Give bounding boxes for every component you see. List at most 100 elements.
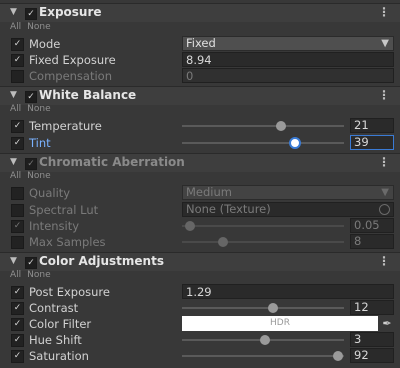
spectral-lut-row: Spectral Lut None (Texture) — [0, 202, 400, 218]
temperature-value-field[interactable]: 21 — [350, 118, 394, 133]
spectral-lut-override-checkbox[interactable] — [11, 204, 24, 217]
fixed-exposure-label: Fixed Exposure — [29, 53, 116, 67]
eyedropper-icon[interactable]: ✒ — [380, 316, 394, 331]
none-toggle[interactable]: None — [27, 104, 50, 114]
collapse-arrow-icon[interactable]: ▼ — [10, 256, 17, 266]
white-balance-all-none: All None — [10, 104, 57, 114]
fixed-exposure-field[interactable]: 8.94 — [182, 52, 394, 67]
saturation-row: ✓ Saturation 92 — [0, 348, 400, 364]
chevron-down-icon: ▼ — [381, 38, 389, 49]
color-adjustments-title: Color Adjustments — [39, 254, 164, 268]
mode-dropdown[interactable]: Fixed ▼ — [182, 36, 394, 51]
fixed-exposure-override-checkbox[interactable]: ✓ — [11, 54, 24, 67]
color-filter-label: Color Filter — [29, 317, 92, 331]
exposure-header[interactable]: ▼ ✓ Exposure ⋮ — [0, 3, 400, 22]
contrast-value-field[interactable]: 12 — [350, 300, 394, 315]
quality-dropdown[interactable]: Medium ▼ — [182, 185, 394, 200]
compensation-override-checkbox[interactable] — [11, 70, 24, 83]
contrast-slider-handle[interactable] — [267, 303, 278, 313]
none-toggle[interactable]: None — [27, 22, 50, 32]
tint-slider-handle[interactable] — [289, 137, 302, 149]
white-balance-enable-checkbox[interactable]: ✓ — [25, 91, 37, 103]
mode-value: Fixed — [186, 36, 216, 50]
color-adjustments-header[interactable]: ▼ ✓ Color Adjustments ⋮ — [0, 252, 400, 271]
color-adjustments-menu-icon[interactable]: ⋮ — [378, 254, 390, 268]
mode-label: Mode — [29, 37, 61, 51]
spectral-lut-value: None (Texture) — [186, 202, 271, 216]
saturation-override-checkbox[interactable]: ✓ — [11, 350, 24, 363]
tint-row: ✓ Tint 39 — [0, 135, 400, 151]
spectral-lut-object-field[interactable]: None (Texture) — [182, 202, 394, 217]
tint-label: Tint — [29, 136, 51, 150]
max-samples-override-checkbox[interactable] — [11, 236, 24, 249]
all-toggle[interactable]: All — [10, 22, 21, 32]
chromatic-aberration-title: Chromatic Aberration — [39, 155, 185, 169]
intensity-slider-track[interactable] — [182, 225, 344, 227]
hue-shift-value-field[interactable]: 3 — [350, 332, 394, 347]
chromatic-aberration-menu-icon[interactable]: ⋮ — [378, 155, 390, 169]
all-toggle[interactable]: All — [10, 171, 21, 181]
saturation-value-field[interactable]: 92 — [350, 348, 394, 363]
intensity-value-field[interactable]: 0.05 — [350, 218, 394, 233]
chromatic-aberration-enable-checkbox[interactable]: ✓ — [25, 158, 37, 170]
mode-row: ✓ Mode Fixed ▼ — [0, 36, 400, 52]
white-balance-title: White Balance — [39, 88, 137, 102]
temperature-label: Temperature — [29, 119, 102, 133]
hue-shift-slider-handle[interactable] — [259, 335, 270, 345]
max-samples-row: Max Samples 8 — [0, 234, 400, 250]
exposure-enable-checkbox[interactable]: ✓ — [25, 8, 37, 20]
temperature-row: ✓ Temperature 21 — [0, 118, 400, 134]
temperature-slider-track[interactable] — [182, 125, 344, 127]
color-adjustments-enable-checkbox[interactable]: ✓ — [25, 257, 37, 269]
max-samples-label: Max Samples — [29, 235, 106, 249]
temperature-override-checkbox[interactable]: ✓ — [11, 120, 24, 133]
quality-label: Quality — [29, 186, 71, 200]
quality-override-checkbox[interactable] — [11, 187, 24, 200]
white-balance-menu-icon[interactable]: ⋮ — [378, 88, 390, 102]
max-samples-slider-track[interactable] — [182, 241, 344, 243]
compensation-row: Compensation 0 — [0, 68, 400, 84]
collapse-arrow-icon[interactable]: ▼ — [10, 7, 17, 17]
spectral-lut-label: Spectral Lut — [29, 203, 99, 217]
contrast-slider-track[interactable] — [182, 307, 344, 309]
post-exposure-override-checkbox[interactable]: ✓ — [11, 286, 24, 299]
hue-shift-override-checkbox[interactable]: ✓ — [11, 334, 24, 347]
intensity-slider-handle[interactable] — [185, 221, 196, 231]
exposure-all-none: All None — [10, 22, 57, 32]
max-samples-value-field[interactable]: 8 — [350, 234, 394, 249]
intensity-override-checkbox[interactable]: ✓ — [11, 220, 24, 233]
mode-override-checkbox[interactable]: ✓ — [11, 38, 24, 51]
color-filter-swatch[interactable]: HDR — [182, 316, 378, 331]
color-filter-override-checkbox[interactable]: ✓ — [11, 318, 24, 331]
tint-value-field[interactable]: 39 — [350, 135, 394, 150]
exposure-title: Exposure — [39, 5, 102, 19]
exposure-menu-icon[interactable]: ⋮ — [378, 5, 390, 19]
max-samples-slider-handle[interactable] — [217, 237, 228, 247]
post-exposure-field[interactable]: 1.29 — [182, 284, 394, 299]
all-toggle[interactable]: All — [10, 270, 21, 280]
white-balance-header[interactable]: ▼ ✓ White Balance ⋮ — [0, 86, 400, 105]
hue-shift-row: ✓ Hue Shift 3 — [0, 332, 400, 348]
collapse-arrow-icon[interactable]: ▼ — [10, 157, 17, 167]
chromatic-aberration-header[interactable]: ▼ ✓ Chromatic Aberration ⋮ — [0, 153, 400, 172]
hue-shift-label: Hue Shift — [29, 333, 82, 347]
chevron-down-icon: ▼ — [381, 187, 389, 198]
none-toggle[interactable]: None — [27, 171, 50, 181]
temperature-slider-handle[interactable] — [275, 121, 286, 131]
collapse-arrow-icon[interactable]: ▼ — [10, 90, 17, 100]
compensation-field[interactable]: 0 — [182, 68, 394, 83]
contrast-row: ✓ Contrast 12 — [0, 300, 400, 316]
all-toggle[interactable]: All — [10, 104, 21, 114]
saturation-slider-track[interactable] — [182, 355, 344, 357]
saturation-label: Saturation — [29, 349, 89, 363]
contrast-override-checkbox[interactable]: ✓ — [11, 302, 24, 315]
none-toggle[interactable]: None — [27, 270, 50, 280]
tint-slider-track[interactable] — [182, 142, 344, 144]
object-picker-icon[interactable] — [379, 204, 390, 215]
quality-value: Medium — [186, 185, 232, 199]
tint-override-checkbox[interactable]: ✓ — [11, 137, 24, 150]
quality-row: Quality Medium ▼ — [0, 185, 400, 201]
color-adjustments-all-none: All None — [10, 270, 57, 280]
saturation-slider-handle[interactable] — [332, 351, 343, 361]
intensity-label: Intensity — [29, 219, 80, 233]
